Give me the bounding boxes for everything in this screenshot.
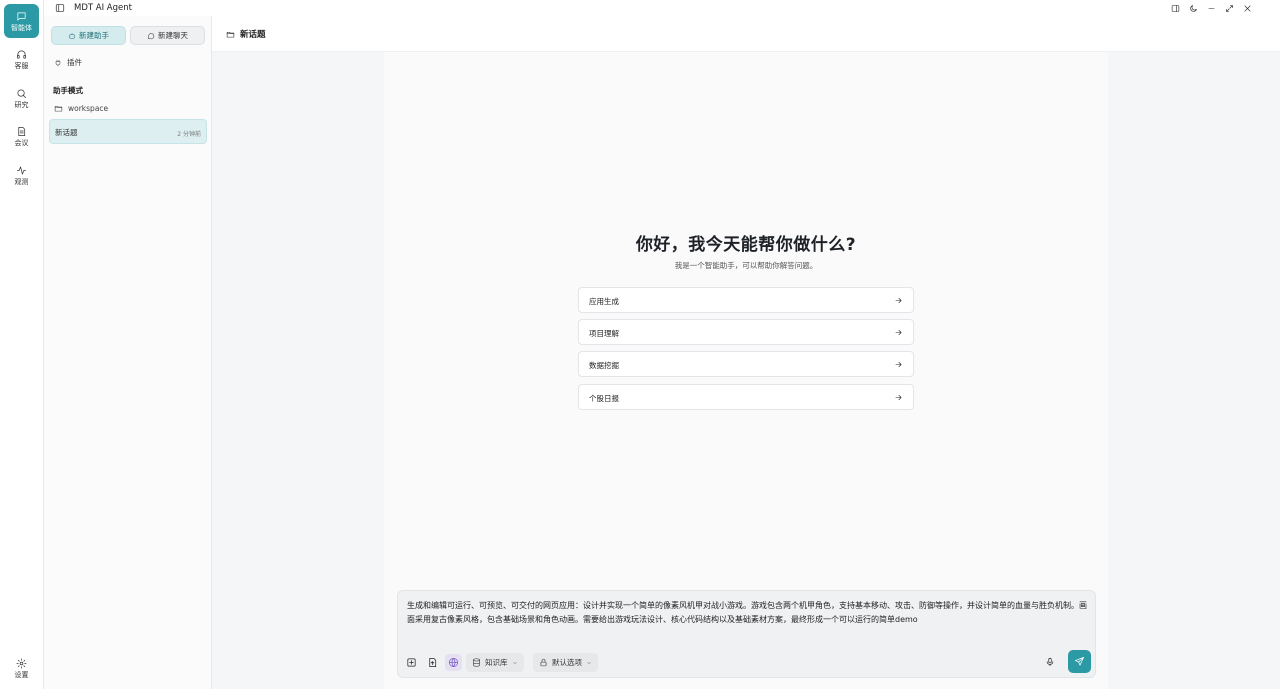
web-search-toggle[interactable] — [445, 654, 462, 671]
lock-icon — [540, 658, 547, 667]
suggestion-label: 数据挖掘 — [589, 361, 619, 370]
arrow-right-icon — [895, 329, 902, 336]
expand-icon — [1225, 4, 1233, 12]
workspace-folder[interactable]: workspace — [54, 104, 108, 113]
rail-item-label: 设置 — [14, 670, 29, 679]
close-button[interactable] — [1242, 3, 1252, 13]
suggestion-app-generate[interactable]: 应用生成 — [578, 287, 914, 313]
topic-time: 2 分钟前 — [177, 131, 201, 138]
headphones-icon — [17, 49, 26, 59]
rail-item-label: 智能体 — [11, 23, 32, 32]
message-input[interactable]: 生成和编辑可运行、可预览、可交付的网页应用：设计并实现一个简单的像素风机甲对战小… — [407, 599, 1087, 627]
sidebar-toggle-icon[interactable] — [55, 3, 65, 13]
plus-square-icon — [407, 658, 416, 667]
send-icon — [1075, 657, 1084, 666]
chat-bubble-icon — [17, 11, 26, 21]
file-upload-icon — [429, 658, 437, 667]
rail-item-research[interactable]: 研究 — [4, 81, 39, 115]
robot-icon — [69, 32, 75, 39]
chat-circle-icon — [148, 32, 155, 39]
plugin-item[interactable]: 插件 — [54, 57, 82, 68]
rail-item-agent[interactable]: 智能体 — [4, 4, 39, 38]
workspace-label: workspace — [68, 104, 109, 113]
rail-item-settings[interactable]: 设置 — [4, 651, 39, 685]
new-assistant-button[interactable]: 新建助手 — [51, 26, 126, 45]
hero-title: 你好，我今天能帮你做什么? — [635, 235, 857, 255]
rail-item-label: 客服 — [14, 61, 29, 70]
suggestion-label: 项目理解 — [589, 329, 619, 338]
chevron-down-icon — [512, 661, 517, 664]
window-controls — [1170, 3, 1252, 13]
knowledge-base-select[interactable]: 知识库 — [466, 653, 524, 672]
new-chat-button[interactable]: 新建聊天 — [130, 26, 205, 45]
globe-icon — [449, 658, 458, 667]
rail-item-support[interactable]: 客服 — [4, 42, 39, 76]
upload-file-button[interactable] — [424, 654, 441, 671]
gear-icon — [16, 658, 27, 668]
arrow-right-icon — [895, 297, 902, 304]
panel-icon — [1171, 4, 1179, 12]
default-options-label: 默认选项 — [552, 658, 582, 667]
rail-item-observe[interactable]: 观测 — [4, 158, 39, 192]
plug-icon — [55, 59, 61, 66]
left-rail: 智能体 客服 研究 会议 观测 设置 — [0, 0, 44, 689]
rail-item-label: 会议 — [14, 138, 29, 147]
voice-input-button[interactable] — [1043, 655, 1057, 669]
folder-open-icon — [226, 31, 235, 38]
rail-item-label: 研究 — [14, 100, 29, 109]
moon-icon — [1189, 4, 1197, 12]
main-header: 新话题 — [212, 16, 1280, 52]
suggestion-label: 应用生成 — [589, 297, 619, 306]
app-title: MDT AI Agent — [74, 3, 132, 13]
default-options-select[interactable]: 默认选项 — [533, 653, 598, 672]
suggestion-stock-daily[interactable]: 个股日报 — [578, 384, 914, 410]
page-title: 新话题 — [240, 30, 266, 40]
topic-item-active[interactable]: 新话题 2 分钟前 — [49, 119, 207, 144]
rail-item-meeting[interactable]: 会议 — [4, 119, 39, 153]
app-window: 智能体 客服 研究 会议 观测 设置 MDT AI Agent 新建助手 新建聊… — [0, 0, 1280, 689]
minimize-button[interactable] — [1206, 3, 1216, 13]
chevron-down-icon — [587, 661, 591, 664]
sidebar: 新建助手 新建聊天 插件 助手模式 workspace 新话题 2 分钟前 — [44, 16, 212, 689]
arrow-right-icon — [895, 361, 902, 368]
microphone-icon — [1046, 657, 1054, 667]
new-assistant-label: 新建助手 — [79, 31, 109, 40]
panel-toggle-button[interactable] — [1170, 3, 1180, 13]
message-composer[interactable]: 生成和编辑可运行、可预览、可交付的网页应用：设计并实现一个简单的像素风机甲对战小… — [397, 590, 1096, 678]
topic-name: 新话题 — [55, 128, 78, 137]
minimize-icon — [1208, 7, 1214, 9]
document-icon — [18, 126, 26, 136]
suggestion-data-mining[interactable]: 数据挖掘 — [578, 351, 914, 377]
rail-item-label: 观测 — [14, 177, 29, 186]
arrow-right-icon — [895, 394, 902, 401]
title-bar: MDT AI Agent — [44, 0, 1280, 16]
theme-toggle-button[interactable] — [1188, 3, 1198, 13]
folder-open-icon — [54, 105, 63, 112]
activity-icon — [17, 165, 26, 175]
maximize-button[interactable] — [1224, 3, 1234, 13]
hero-subtitle: 我是一个智能助手，可以帮助你解答问题。 — [674, 261, 818, 270]
search-icon — [17, 88, 26, 98]
knowledge-base-label: 知识库 — [485, 658, 508, 667]
assistant-mode-heading: 助手模式 — [53, 86, 83, 95]
plugin-label: 插件 — [67, 58, 82, 67]
suggestion-label: 个股日报 — [589, 394, 619, 403]
database-icon — [473, 658, 480, 667]
suggestion-project-understanding[interactable]: 项目理解 — [578, 319, 914, 345]
add-attachment-button[interactable] — [403, 654, 420, 671]
new-chat-label: 新建聊天 — [158, 31, 188, 40]
close-icon — [1244, 5, 1250, 11]
send-button[interactable] — [1068, 650, 1091, 673]
